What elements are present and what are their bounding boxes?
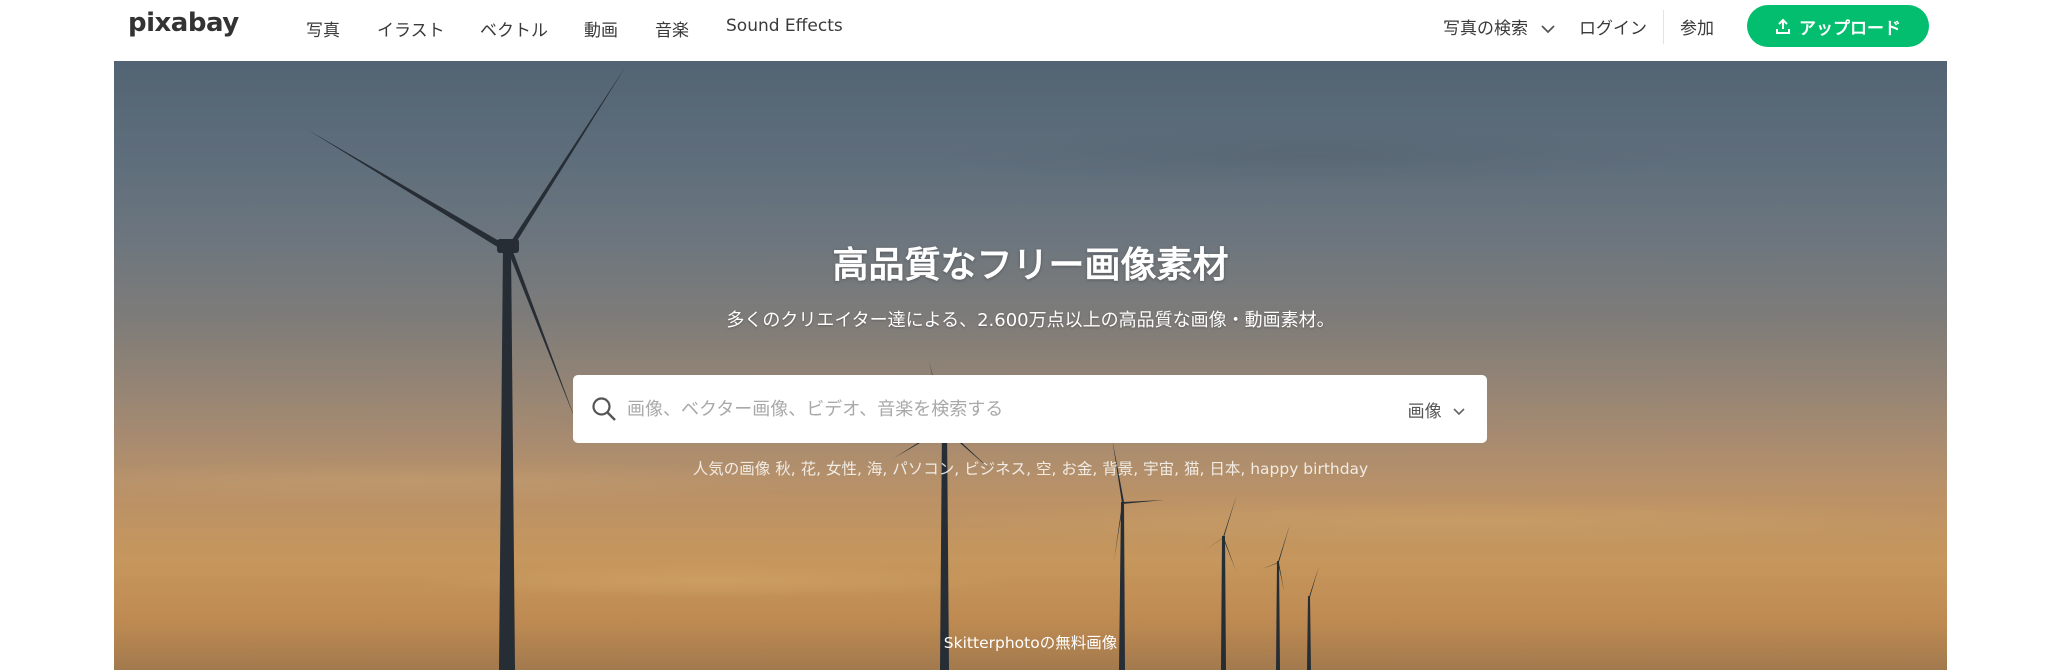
popular-label: 人気の画像 (692, 460, 771, 478)
nav-illustrations[interactable]: イラスト (377, 16, 445, 41)
popular-tag[interactable]: ビジネス (964, 460, 1026, 478)
popular-tag[interactable]: 海 (867, 460, 883, 478)
hero-banner: 高品質なフリー画像素材 多くのクリエイター達による、2.600万点以上の高品質な… (114, 61, 1947, 670)
popular-tag[interactable]: パソコン (892, 460, 954, 478)
page: pixabay 写真 イラスト ベクトル 動画 音楽 Sound Effects… (0, 0, 2048, 672)
upload-icon (1776, 18, 1790, 34)
nav-videos[interactable]: 動画 (584, 16, 618, 41)
chevron-down-icon (1453, 408, 1465, 416)
search-type-dropdown[interactable]: 写真の検索 (1443, 14, 1556, 39)
popular-tag[interactable]: 背景 (1102, 460, 1133, 478)
upload-button[interactable]: アップロード (1747, 5, 1929, 47)
login-link[interactable]: ログイン (1579, 14, 1647, 39)
hero-subtitle: 多くのクリエイター達による、2.600万点以上の高品質な画像・動画素材。 (726, 310, 1335, 331)
header-divider (1663, 10, 1664, 44)
popular-tag[interactable]: 秋 (775, 460, 791, 478)
hero-title: 高品質なフリー画像素材 (832, 245, 1229, 286)
nav-sound-effects[interactable]: Sound Effects (726, 16, 843, 36)
search-bar: 画像 (573, 375, 1487, 443)
search-type-label: 写真の検索 (1443, 19, 1528, 39)
media-type-label: 画像 (1407, 402, 1442, 422)
popular-tag[interactable]: 女性 (826, 460, 857, 478)
popular-tag[interactable]: 猫 (1184, 460, 1200, 478)
upload-button-label: アップロード (1799, 18, 1901, 39)
photo-credit-link[interactable]: Skitterphotoの無料画像 (114, 631, 1947, 653)
join-link[interactable]: 参加 (1680, 14, 1714, 39)
popular-tag[interactable]: 日本 (1209, 460, 1240, 478)
nav-vectors[interactable]: ベクトル (480, 16, 548, 41)
popular-tag[interactable]: 空 (1036, 460, 1052, 478)
popular-tag[interactable]: 花 (801, 460, 817, 478)
search-input[interactable] (627, 389, 1327, 429)
popular-tag[interactable]: happy birthday (1250, 460, 1368, 478)
chevron-down-icon (1541, 24, 1556, 33)
popular-tag[interactable]: お金 (1061, 460, 1092, 478)
pixabay-logo[interactable]: pixabay (128, 8, 239, 38)
search-icon[interactable] (591, 396, 617, 422)
nav-music[interactable]: 音楽 (655, 16, 689, 41)
popular-searches: 人気の画像 秋, 花, 女性, 海, パソコン, ビジネス, 空, お金, 背景… (692, 460, 1369, 478)
top-header: pixabay 写真 イラスト ベクトル 動画 音楽 Sound Effects… (0, 0, 2048, 61)
media-type-dropdown[interactable]: 画像 (1408, 397, 1465, 422)
hero-overlay (114, 61, 1947, 670)
popular-tag[interactable]: 宇宙 (1143, 460, 1174, 478)
nav-photos[interactable]: 写真 (306, 16, 340, 41)
